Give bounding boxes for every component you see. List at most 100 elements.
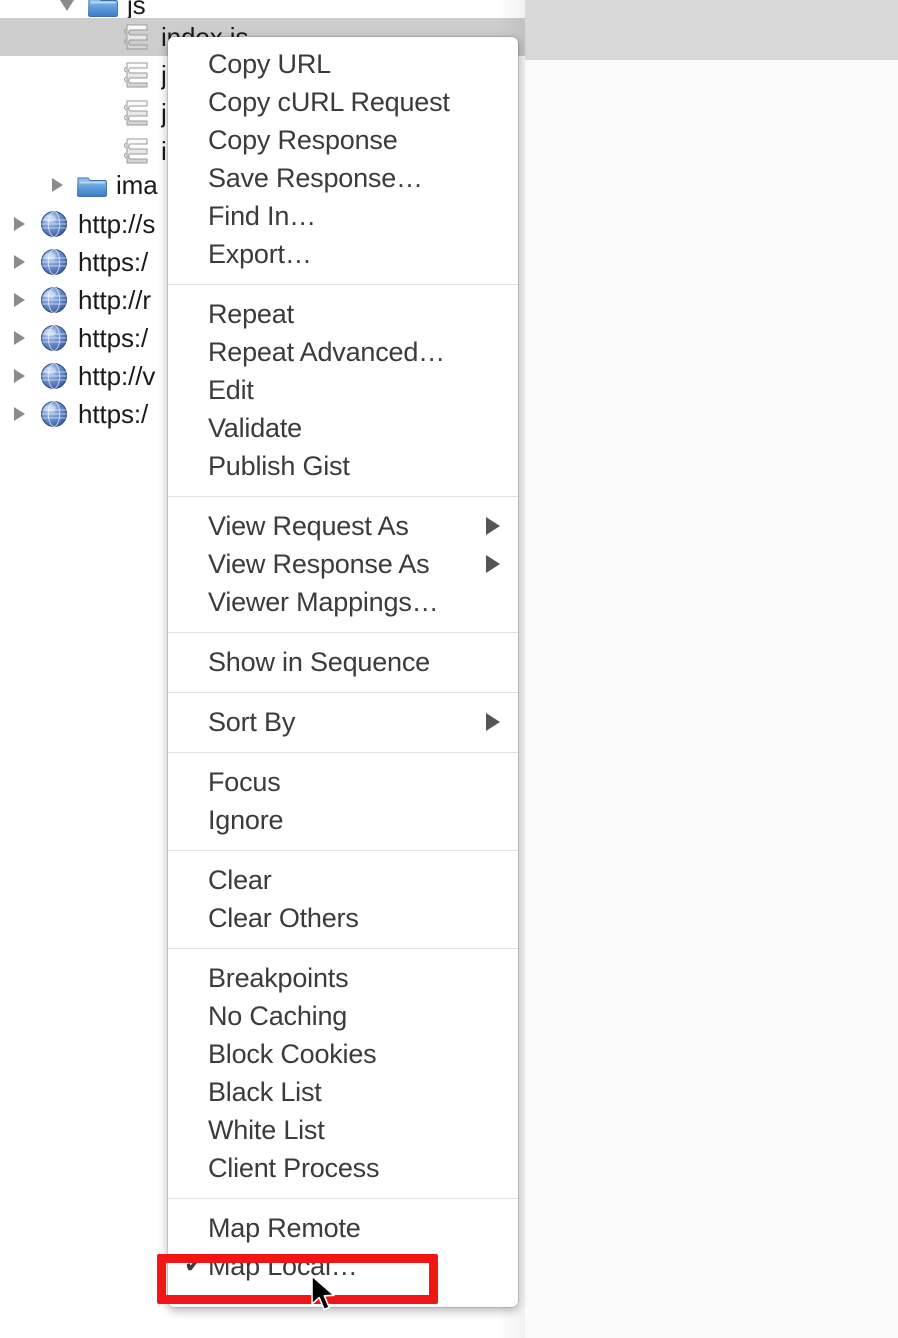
- menu-item-label: Map Local…: [208, 1251, 358, 1282]
- menu-item-white-list[interactable]: White List: [168, 1111, 518, 1149]
- menu-item-label: View Response As: [208, 549, 429, 580]
- menu-item-ignore[interactable]: Ignore: [168, 801, 518, 839]
- menu-item-copy-url[interactable]: Copy URL: [168, 45, 518, 83]
- document-icon: [122, 98, 152, 128]
- menu-item-label: Validate: [208, 413, 302, 444]
- menu-item-view-response-as[interactable]: View Response As: [168, 545, 518, 583]
- tree-row-label: i: [161, 136, 167, 167]
- submenu-arrow-icon: [486, 555, 500, 573]
- menu-group: Show in Sequence: [168, 643, 518, 681]
- globe-icon: [39, 209, 69, 239]
- document-icon: [122, 136, 152, 166]
- menu-separator: [168, 496, 518, 497]
- globe-icon: [39, 247, 69, 277]
- tree-row-label: https:/: [78, 247, 148, 278]
- document-icon: [122, 60, 152, 90]
- document-icon: [122, 136, 152, 166]
- menu-item-label: Save Response…: [208, 163, 423, 194]
- tree-row-label: https:/: [78, 323, 148, 354]
- menu-group: Map Remote✔Map Local…: [168, 1209, 518, 1285]
- tree-row-label: ima: [116, 170, 158, 201]
- menu-item-viewer-mappings[interactable]: Viewer Mappings…: [168, 583, 518, 621]
- menu-item-no-caching[interactable]: No Caching: [168, 997, 518, 1035]
- menu-group: Clear Clear Others: [168, 861, 518, 937]
- menu-group: FocusIgnore: [168, 763, 518, 839]
- tree-row-label: j: [161, 98, 167, 129]
- menu-group: Copy URL Copy cURL Request Copy Response Sa…: [168, 37, 518, 273]
- menu-item-copy-curl-request[interactable]: Copy cURL Request: [168, 83, 518, 121]
- menu-item-export[interactable]: Export…: [168, 235, 518, 273]
- submenu-arrow-icon: [486, 517, 500, 535]
- folder-icon: [88, 0, 118, 18]
- menu-item-breakpoints[interactable]: Breakpoints: [168, 959, 518, 997]
- menu-item-label: Viewer Mappings…: [208, 587, 438, 618]
- menu-item-repeat[interactable]: Repeat: [168, 295, 518, 333]
- globe-icon: [39, 285, 69, 315]
- menu-item-copy-response[interactable]: Copy Response: [168, 121, 518, 159]
- menu-item-save-response[interactable]: Save Response…: [168, 159, 518, 197]
- menu-separator: [168, 632, 518, 633]
- menu-item-label: Clear Others: [208, 903, 359, 934]
- globe-icon: [39, 399, 69, 429]
- menu-separator: [168, 850, 518, 851]
- chevron-right-icon[interactable]: [14, 331, 25, 345]
- menu-item-map-remote[interactable]: Map Remote: [168, 1209, 518, 1247]
- menu-group: RepeatRepeat Advanced… Edit Validate Publis…: [168, 295, 518, 485]
- document-icon: [122, 22, 152, 52]
- menu-item-label: Copy Response: [208, 125, 398, 156]
- menu-item-clear-others[interactable]: Clear Others: [168, 899, 518, 937]
- tree-row-label: https:/: [78, 399, 148, 430]
- folder-icon: [77, 172, 107, 198]
- menu-item-label: White List: [208, 1115, 325, 1146]
- menu-item-label: No Caching: [208, 1001, 347, 1032]
- menu-separator: [168, 1198, 518, 1199]
- menu-item-black-list[interactable]: Black List: [168, 1073, 518, 1111]
- menu-item-edit[interactable]: Edit: [168, 371, 518, 409]
- tree-row-label: http://r: [78, 285, 151, 316]
- menu-item-label: Publish Gist: [208, 451, 350, 482]
- tree-row-label: http://s: [78, 209, 155, 240]
- menu-group: Sort By: [168, 703, 518, 741]
- menu-item-sort-by[interactable]: Sort By: [168, 703, 518, 741]
- context-menu[interactable]: Copy URL Copy cURL Request Copy Response Sa…: [168, 37, 518, 1307]
- chevron-right-icon[interactable]: [14, 369, 25, 383]
- menu-item-label: Black List: [208, 1077, 322, 1108]
- menu-item-clear[interactable]: Clear: [168, 861, 518, 899]
- menu-group: Breakpoints No CachingBlock Cookies Black …: [168, 959, 518, 1187]
- globe-icon: [39, 399, 69, 429]
- chevron-right-icon[interactable]: [52, 178, 63, 192]
- folder-icon: [88, 0, 118, 18]
- menu-item-validate[interactable]: Validate: [168, 409, 518, 447]
- menu-item-label: Repeat: [208, 299, 294, 330]
- menu-item-show-in-sequence[interactable]: Show in Sequence: [168, 643, 518, 681]
- menu-item-publish-gist[interactable]: Publish Gist: [168, 447, 518, 485]
- menu-separator: [168, 284, 518, 285]
- window-content-background: [525, 60, 898, 1338]
- submenu-arrow-icon: [486, 713, 500, 731]
- menu-item-label: Sort By: [208, 707, 295, 738]
- menu-item-find-in[interactable]: Find In…: [168, 197, 518, 235]
- globe-icon: [39, 361, 69, 391]
- globe-icon: [39, 285, 69, 315]
- menu-item-label: Find In…: [208, 201, 316, 232]
- menu-item-focus[interactable]: Focus: [168, 763, 518, 801]
- menu-item-map-local[interactable]: ✔Map Local…: [168, 1247, 518, 1285]
- document-icon: [122, 60, 152, 90]
- chevron-down-icon[interactable]: [60, 0, 74, 11]
- globe-icon: [39, 361, 69, 391]
- chevron-right-icon[interactable]: [14, 293, 25, 307]
- menu-item-label: Edit: [208, 375, 254, 406]
- menu-item-view-request-as[interactable]: View Request As: [168, 507, 518, 545]
- menu-item-repeat-advanced[interactable]: Repeat Advanced…: [168, 333, 518, 371]
- chevron-right-icon[interactable]: [14, 255, 25, 269]
- menu-item-client-process[interactable]: Client Process: [168, 1149, 518, 1187]
- menu-item-label: View Request As: [208, 511, 409, 542]
- chevron-right-icon[interactable]: [14, 217, 25, 231]
- menu-item-label: Copy cURL Request: [208, 87, 450, 118]
- menu-separator: [168, 752, 518, 753]
- chevron-right-icon[interactable]: [14, 407, 25, 421]
- menu-item-label: Export…: [208, 239, 312, 270]
- menu-item-label: Map Remote: [208, 1213, 361, 1244]
- menu-item-block-cookies[interactable]: Block Cookies: [168, 1035, 518, 1073]
- menu-item-label: Breakpoints: [208, 963, 348, 994]
